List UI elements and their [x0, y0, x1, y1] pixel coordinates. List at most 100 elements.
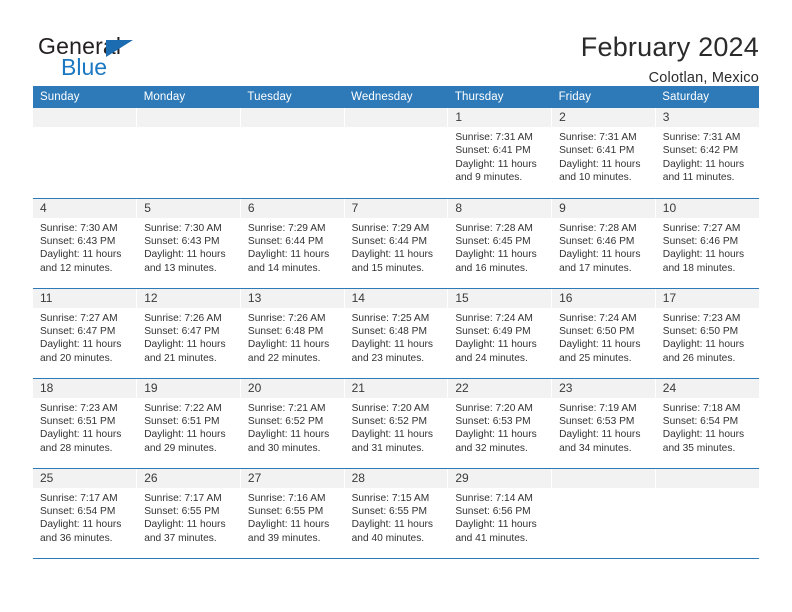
calendar-day-cell[interactable]: 21 Sunrise: 7:20 AM Sunset: 6:52 PM Dayligh… [344, 378, 449, 469]
sunrise-time: Sunrise: 7:17 AM [40, 492, 118, 504]
day-details: Sunrise: 7:28 AM Sunset: 6:46 PM Daylight:… [552, 218, 655, 276]
daylight-duration-line2: and 9 minutes. [455, 172, 523, 184]
sunrise-time: Sunrise: 7:17 AM [144, 492, 222, 504]
day-details: Sunrise: 7:27 AM Sunset: 6:47 PM Daylight:… [33, 308, 136, 366]
sunrise-time: Sunrise: 7:29 AM [247, 222, 326, 234]
daylight-duration-line2: and 40 minutes. [351, 532, 425, 544]
day-details: Sunrise: 7:30 AM Sunset: 6:43 PM Daylight:… [137, 218, 240, 276]
calendar-day-cell[interactable]: 9 Sunrise: 7:28 AM Sunset: 6:46 PM Daylight… [551, 198, 656, 289]
calendar-day-cell[interactable]: 11 Sunrise: 7:27 AM Sunset: 6:47 PM Dayligh… [33, 288, 138, 379]
calendar-day-cell-empty [655, 468, 759, 559]
daylight-duration-line2: and 26 minutes. [662, 352, 736, 364]
sunset-time: Sunset: 6:56 PM [455, 505, 531, 517]
calendar-day-cell[interactable]: 29 Sunrise: 7:14 AM Sunset: 6:56 PM Dayligh… [447, 468, 553, 559]
day-number: 7 [344, 198, 448, 218]
day-number: 14 [344, 288, 448, 308]
calendar-day-cell[interactable]: 14 Sunrise: 7:25 AM Sunset: 6:48 PM Dayligh… [344, 288, 449, 379]
calendar-day-cell[interactable]: 15 Sunrise: 7:24 AM Sunset: 6:49 PM Dayligh… [447, 288, 553, 379]
calendar-day-cell[interactable]: 7 Sunrise: 7:29 AM Sunset: 6:44 PM Daylight… [344, 198, 449, 289]
calendar-body: 1 Sunrise: 7:31 AM Sunset: 6:41 PM Daylight… [33, 108, 759, 559]
day-details: Sunrise: 7:17 AM Sunset: 6:55 PM Daylight:… [137, 488, 240, 546]
calendar-page: General Blue February 2024 Colotlan, Mex… [0, 0, 792, 612]
daylight-duration-line1: Daylight: 11 hours [559, 249, 641, 261]
sunrise-time: Sunrise: 7:27 AM [40, 312, 118, 324]
day-details: Sunrise: 7:16 AM Sunset: 6:55 PM Daylight:… [241, 488, 344, 546]
daylight-duration-line2: and 34 minutes. [559, 442, 632, 454]
day-number: 5 [137, 198, 240, 218]
weekday-header-monday: Monday [136, 86, 241, 108]
calendar-day-cell[interactable]: 18 Sunrise: 7:23 AM Sunset: 6:51 PM Dayligh… [33, 378, 138, 469]
daylight-duration-line1: Daylight: 11 hours [662, 158, 745, 170]
calendar-day-cell[interactable]: 6 Sunrise: 7:29 AM Sunset: 6:44 PM Daylight… [240, 198, 345, 289]
daylight-duration-line1: Daylight: 11 hours [455, 339, 537, 351]
day-number: 15 [448, 288, 552, 308]
day-details: Sunrise: 7:18 AM Sunset: 6:54 PM Daylight:… [656, 398, 759, 456]
day-details: Sunrise: 7:31 AM Sunset: 6:42 PM Daylight:… [656, 127, 759, 185]
daylight-duration-line2: and 18 minutes. [662, 262, 736, 274]
day-details: Sunrise: 7:21 AM Sunset: 6:52 PM Daylight:… [241, 398, 344, 456]
calendar-day-cell[interactable]: 10 Sunrise: 7:27 AM Sunset: 6:46 PM Dayligh… [655, 198, 759, 289]
day-number: 25 [33, 468, 137, 488]
calendar-day-cell[interactable]: 28 Sunrise: 7:15 AM Sunset: 6:55 PM Dayligh… [344, 468, 449, 559]
sunrise-time: Sunrise: 7:30 AM [40, 222, 118, 234]
day-details: Sunrise: 7:23 AM Sunset: 6:50 PM Daylight:… [656, 308, 759, 366]
calendar-day-cell[interactable]: 4 Sunrise: 7:30 AM Sunset: 6:43 PM Daylight… [33, 198, 138, 289]
daylight-duration-line2: and 24 minutes. [455, 352, 528, 364]
calendar-header-row: Sunday Monday Tuesday Wednesday Thursday… [33, 86, 759, 108]
calendar-day-cell[interactable]: 19 Sunrise: 7:22 AM Sunset: 6:51 PM Dayligh… [136, 378, 241, 469]
daylight-duration-line2: and 15 minutes. [351, 262, 425, 274]
calendar-day-cell[interactable]: 24 Sunrise: 7:18 AM Sunset: 6:54 PM Dayligh… [655, 378, 759, 469]
sunrise-time: Sunrise: 7:31 AM [559, 132, 637, 143]
day-details: Sunrise: 7:29 AM Sunset: 6:44 PM Daylight:… [345, 218, 448, 276]
sunset-time: Sunset: 6:55 PM [351, 505, 427, 517]
daylight-duration-line2: and 12 minutes. [40, 262, 113, 274]
daylight-duration-line1: Daylight: 11 hours [247, 429, 330, 441]
sunrise-time: Sunrise: 7:20 AM [351, 402, 430, 414]
title-block: February 2024 Colotlan, Mexico [581, 30, 759, 86]
daylight-duration-line2: and 31 minutes. [351, 442, 425, 454]
sunset-time: Sunset: 6:54 PM [40, 505, 116, 517]
day-details: Sunrise: 7:24 AM Sunset: 6:50 PM Daylight:… [552, 308, 655, 366]
calendar-day-cell[interactable]: 26 Sunrise: 7:17 AM Sunset: 6:55 PM Dayligh… [136, 468, 241, 559]
calendar-day-cell[interactable]: 8 Sunrise: 7:28 AM Sunset: 6:45 PM Daylight… [447, 198, 553, 289]
sunset-time: Sunset: 6:54 PM [662, 415, 739, 427]
day-details: Sunrise: 7:20 AM Sunset: 6:52 PM Daylight:… [345, 398, 448, 456]
calendar-day-cell[interactable]: 2 Sunrise: 7:31 AM Sunset: 6:41 PM Daylight… [551, 108, 656, 199]
day-details: Sunrise: 7:15 AM Sunset: 6:55 PM Daylight:… [345, 488, 448, 546]
daylight-duration-line1: Daylight: 11 hours [247, 249, 330, 261]
calendar-day-cell[interactable]: 20 Sunrise: 7:21 AM Sunset: 6:52 PM Dayligh… [240, 378, 345, 469]
calendar-day-cell[interactable]: 23 Sunrise: 7:19 AM Sunset: 6:53 PM Dayligh… [551, 378, 656, 469]
sunrise-time: Sunrise: 7:23 AM [662, 312, 741, 324]
daylight-duration-line1: Daylight: 11 hours [351, 519, 433, 531]
sunrise-time: Sunrise: 7:19 AM [559, 402, 637, 414]
calendar-day-cell[interactable]: 16 Sunrise: 7:24 AM Sunset: 6:50 PM Dayligh… [551, 288, 656, 379]
daylight-duration-line1: Daylight: 11 hours [144, 249, 226, 261]
calendar-day-cell-empty [136, 108, 241, 199]
daylight-duration-line2: and 29 minutes. [144, 442, 217, 454]
day-details: Sunrise: 7:29 AM Sunset: 6:44 PM Daylight:… [241, 218, 344, 276]
calendar-day-cell[interactable]: 1 Sunrise: 7:31 AM Sunset: 6:41 PM Daylight… [447, 108, 553, 199]
daylight-duration-line1: Daylight: 11 hours [144, 339, 226, 351]
daylight-duration-line1: Daylight: 11 hours [351, 339, 433, 351]
calendar-day-cell[interactable]: 3 Sunrise: 7:31 AM Sunset: 6:42 PM Daylight… [655, 108, 759, 199]
day-number [344, 108, 448, 127]
daylight-duration-line1: Daylight: 11 hours [40, 249, 122, 261]
day-number: 1 [448, 108, 552, 127]
calendar-day-cell[interactable]: 25 Sunrise: 7:17 AM Sunset: 6:54 PM Dayligh… [33, 468, 138, 559]
sunrise-time: Sunrise: 7:24 AM [559, 312, 637, 324]
day-details: Sunrise: 7:31 AM Sunset: 6:41 PM Daylight:… [552, 127, 655, 185]
calendar-day-cell[interactable]: 17 Sunrise: 7:23 AM Sunset: 6:50 PM Dayligh… [655, 288, 759, 379]
logo[interactable]: General Blue [33, 30, 148, 82]
daylight-duration-line1: Daylight: 11 hours [559, 429, 641, 441]
weekday-header-wednesday: Wednesday [344, 86, 448, 108]
calendar-day-cell[interactable]: 12 Sunrise: 7:26 AM Sunset: 6:47 PM Dayligh… [136, 288, 241, 379]
daylight-duration-line1: Daylight: 11 hours [455, 158, 537, 170]
calendar-day-cell[interactable]: 5 Sunrise: 7:30 AM Sunset: 6:43 PM Daylight… [136, 198, 241, 289]
calendar-day-cell[interactable]: 27 Sunrise: 7:16 AM Sunset: 6:55 PM Dayligh… [240, 468, 345, 559]
sunset-time: Sunset: 6:43 PM [144, 235, 220, 247]
day-details: Sunrise: 7:30 AM Sunset: 6:43 PM Daylight:… [33, 218, 136, 276]
calendar-day-cell[interactable]: 13 Sunrise: 7:26 AM Sunset: 6:48 PM Dayligh… [240, 288, 345, 379]
daylight-duration-line2: and 23 minutes. [351, 352, 425, 364]
calendar-day-cell[interactable]: 22 Sunrise: 7:20 AM Sunset: 6:53 PM Dayligh… [447, 378, 553, 469]
sunrise-time: Sunrise: 7:30 AM [144, 222, 222, 234]
